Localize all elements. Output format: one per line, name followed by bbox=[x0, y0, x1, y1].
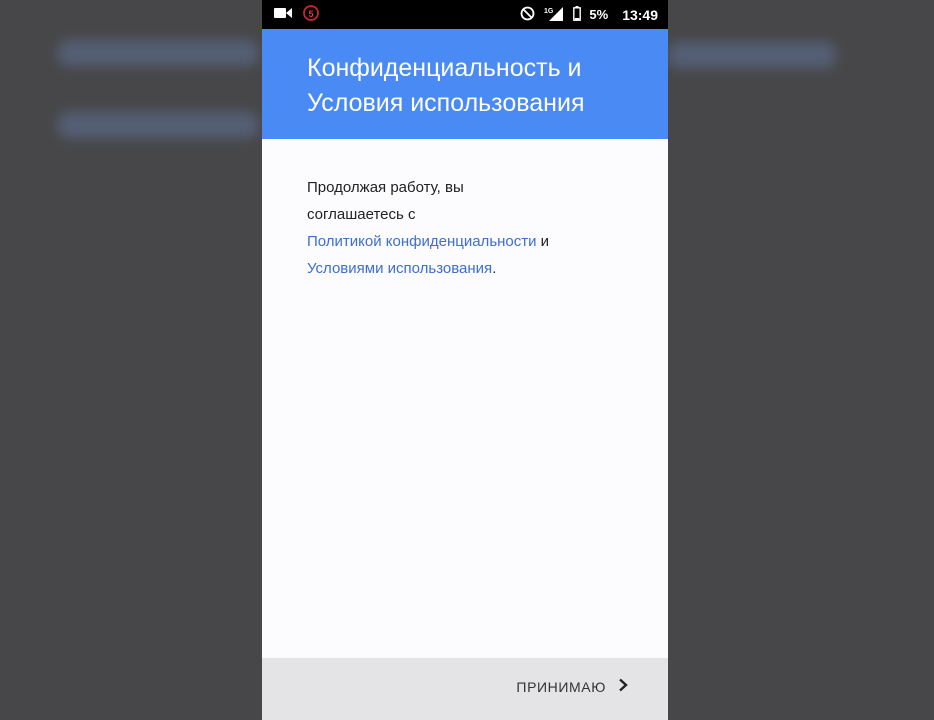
consent-text: Продолжая работу, вы соглашаетесь с Поли… bbox=[307, 174, 637, 282]
privacy-policy-link[interactable]: Политикой конфиденциальности bbox=[307, 233, 537, 250]
bottom-action-bar: ПРИНИМАЮ bbox=[262, 658, 668, 720]
consent-intro: Продолжая работу, вы соглашаетесь с bbox=[307, 179, 464, 223]
phone-screen: 5 1G 5% 13:49 Конфиденциальность и Услов… bbox=[262, 0, 668, 720]
status-left: 5 bbox=[274, 4, 320, 25]
notification-badge-count: 5 bbox=[308, 9, 313, 19]
consent-terms-line: Условиями использования. bbox=[307, 255, 637, 282]
app-header: Конфиденциальность и Условия использован… bbox=[262, 29, 668, 139]
network-type-label: 1G bbox=[544, 8, 554, 15]
blurred-background-right bbox=[668, 0, 934, 720]
consent-conjunction: и bbox=[536, 233, 550, 250]
do-not-disturb-icon bbox=[520, 6, 535, 24]
accept-button-label: ПРИНИМАЮ bbox=[516, 678, 606, 695]
consent-period: . bbox=[492, 260, 497, 277]
signal-icon: 1G bbox=[543, 5, 565, 24]
clock-time: 13:49 bbox=[622, 6, 658, 23]
video-camera-icon bbox=[274, 7, 292, 22]
blurred-text-line bbox=[668, 42, 836, 68]
blurred-text-line bbox=[58, 40, 258, 66]
accept-button[interactable]: ПРИНИМАЮ bbox=[516, 678, 628, 695]
notification-badge-icon: 5 bbox=[302, 4, 320, 25]
chevron-right-icon bbox=[618, 678, 628, 695]
page-title: Конфиденциальность и Условия использован… bbox=[307, 54, 585, 117]
battery-percent: 5% bbox=[589, 7, 609, 22]
status-right: 1G 5% 13:49 bbox=[520, 5, 658, 24]
blurred-background-left bbox=[0, 0, 262, 720]
battery-icon bbox=[573, 5, 582, 24]
blurred-text-line bbox=[58, 112, 258, 138]
terms-of-use-link[interactable]: Условиями использования bbox=[307, 260, 492, 277]
consent-privacy-line: Политикой конфиденциальности и bbox=[307, 228, 637, 255]
status-bar: 5 1G 5% 13:49 bbox=[262, 0, 668, 29]
